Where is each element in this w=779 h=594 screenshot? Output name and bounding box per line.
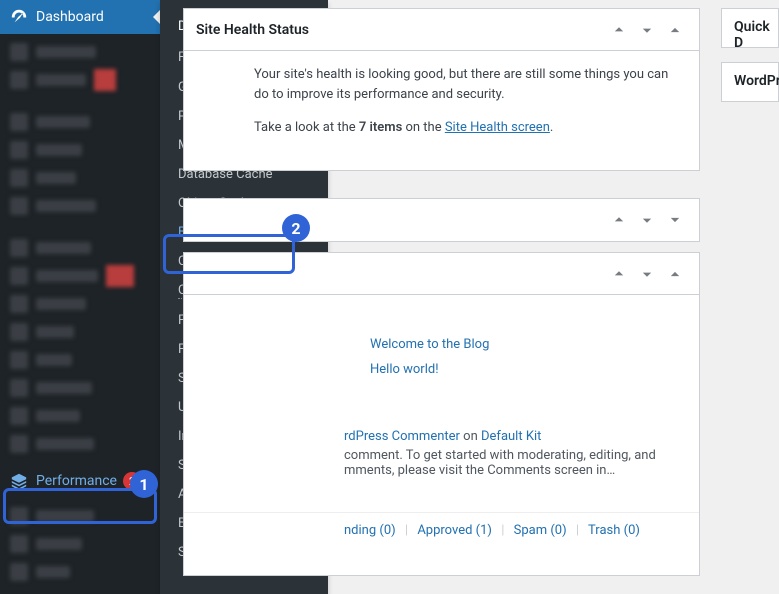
admin-sidebar: Dashboard Performance 2	[0, 0, 160, 594]
step-1-badge: 1	[130, 470, 158, 498]
sidebar-item-dashboard[interactable]: Dashboard	[0, 0, 160, 34]
activity-header	[184, 253, 699, 295]
site-health-text-1: Your site's health is looking good, but …	[254, 65, 683, 104]
status-trash[interactable]: Trash (0)	[588, 523, 640, 538]
quick-draft-title: Quick D	[734, 19, 770, 51]
wp-events-title: WordPre	[734, 73, 779, 89]
comment-excerpt-1: comment. To get started with moderating,…	[344, 448, 683, 463]
comment-status-row: nding (0) | Approved (1) | Spam (0) | Tr…	[184, 512, 699, 548]
recent-post-link-1[interactable]: Welcome to the Blog	[370, 337, 489, 352]
site-health-header: Site Health Status	[184, 9, 699, 51]
status-pending[interactable]: nding (0)	[344, 523, 396, 538]
site-health-widget: Site Health Status Your site's health is…	[183, 8, 700, 171]
comment-post-link[interactable]: Default Kit	[481, 429, 541, 444]
status-spam[interactable]: Spam (0)	[514, 523, 567, 538]
move-down-icon[interactable]	[635, 208, 659, 232]
comment-author-link[interactable]: rdPress Commenter	[344, 429, 460, 444]
activity-widget: Welcome to the Blog Hello world! rdPress…	[183, 252, 700, 576]
move-down-icon[interactable]	[635, 262, 659, 286]
toggle-icon[interactable]	[663, 18, 687, 42]
move-up-icon[interactable]	[607, 18, 631, 42]
step-2-badge: 2	[282, 214, 310, 242]
move-up-icon[interactable]	[607, 262, 631, 286]
move-up-icon[interactable]	[607, 208, 631, 232]
site-health-link[interactable]: Site Health screen	[445, 120, 550, 135]
main-content: Site Health Status Your site's health is…	[170, 0, 779, 594]
sidebar-blurred-group-3	[0, 230, 160, 462]
site-health-text-2: Take a look at the 7 items on the Site H…	[254, 118, 683, 138]
site-health-body: Your site's health is looking good, but …	[184, 51, 699, 170]
move-down-icon[interactable]	[635, 18, 659, 42]
sidebar-blurred-group-2	[0, 104, 160, 224]
wp-events-widget[interactable]: WordPre	[721, 62, 779, 102]
toggle-icon[interactable]	[663, 208, 687, 232]
performance-icon	[10, 472, 28, 490]
sidebar-performance-label: Performance	[36, 473, 117, 489]
sidebar-blurred-group-1	[0, 34, 160, 98]
recent-posts: Welcome to the Blog Hello world!	[184, 295, 699, 389]
toggle-icon[interactable]	[663, 262, 687, 286]
collapsed-widget-1	[183, 198, 700, 242]
quick-draft-widget[interactable]: Quick D	[721, 8, 779, 48]
comment-excerpt-2: mments, please visit the Comments screen…	[344, 463, 683, 478]
sidebar-dashboard-label: Dashboard	[36, 9, 104, 25]
site-health-title: Site Health Status	[196, 22, 309, 38]
recent-comment: rdPress Commenter on Default Kit comment…	[184, 389, 699, 482]
widget-controls	[607, 18, 687, 42]
recent-post-link-2[interactable]: Hello world!	[370, 362, 439, 377]
sidebar-blurred-group-4	[0, 498, 160, 590]
status-approved[interactable]: Approved (1)	[417, 523, 492, 538]
dashboard-icon	[10, 8, 28, 26]
